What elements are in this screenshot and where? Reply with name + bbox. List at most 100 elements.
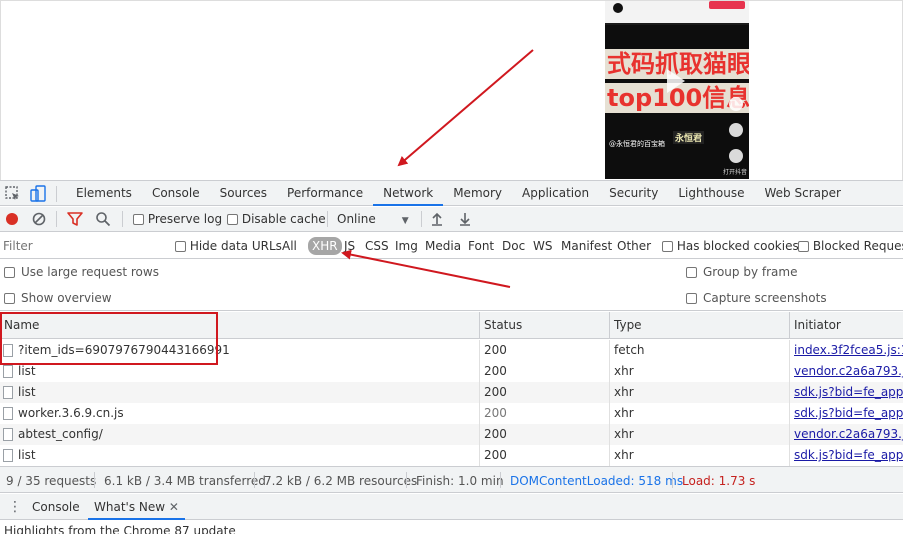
use-large-rows-box[interactable] bbox=[4, 267, 15, 278]
request-name[interactable]: worker.3.6.9.cn.js bbox=[0, 403, 480, 424]
has-blocked-cookies-box[interactable] bbox=[662, 241, 673, 252]
preview-red-button[interactable] bbox=[709, 1, 745, 9]
use-large-rows-label: Use large request rows bbox=[21, 265, 159, 279]
network-summary-bar: 9 / 35 requests 6.1 kB / 3.4 MB transfer… bbox=[0, 466, 903, 493]
request-status: 200 bbox=[480, 445, 610, 466]
filter-type-font[interactable]: Font bbox=[468, 239, 494, 253]
devtools-tab-bar: Elements Console Sources Performance Net… bbox=[0, 180, 903, 206]
filter-type-doc[interactable]: Doc bbox=[502, 239, 525, 253]
request-status: 200 bbox=[480, 340, 610, 361]
table-row[interactable]: worker.3.6.9.cn.js 200 xhr sdk.js?bid=fe… bbox=[0, 403, 903, 424]
request-type: xhr bbox=[610, 361, 790, 382]
preview-header bbox=[605, 1, 749, 23]
filter-input[interactable] bbox=[0, 236, 162, 256]
table-row[interactable]: abtest_config/ 200 xhr vendor.c2a6a793.j… bbox=[0, 424, 903, 445]
request-name[interactable]: abtest_config/ bbox=[0, 424, 480, 445]
group-by-frame-box[interactable] bbox=[686, 267, 697, 278]
tab-memory[interactable]: Memory bbox=[443, 181, 512, 206]
request-name[interactable]: list bbox=[0, 445, 480, 466]
comment-icon[interactable] bbox=[729, 123, 743, 137]
request-initiator-link[interactable]: sdk.js?bid=fe_app_re bbox=[790, 403, 903, 424]
request-name[interactable]: list bbox=[0, 382, 480, 403]
tab-console[interactable]: Console bbox=[142, 181, 210, 206]
capture-screenshots-checkbox[interactable]: Capture screenshots bbox=[686, 291, 827, 305]
table-row[interactable]: list 200 xhr sdk.js?bid=fe_app_re bbox=[0, 445, 903, 466]
filter-type-xhr[interactable]: XHR bbox=[308, 237, 342, 255]
capture-screenshots-box[interactable] bbox=[686, 293, 697, 304]
show-overview-checkbox[interactable]: Show overview bbox=[4, 291, 112, 305]
request-initiator-link[interactable]: index.3f2fcea5.js:1 bbox=[790, 340, 903, 361]
tab-network[interactable]: Network bbox=[373, 181, 444, 206]
chevron-down-icon: ▼ bbox=[401, 216, 409, 226]
blocked-requests-box[interactable] bbox=[798, 241, 809, 252]
status-divider bbox=[94, 472, 95, 488]
video-preview[interactable]: 式码抓取猫眼 top100信息 永恒君 @永恒君的百宝箱 打开抖音 bbox=[605, 25, 749, 179]
export-har-icon[interactable] bbox=[456, 210, 474, 228]
group-by-frame-checkbox[interactable]: Group by frame bbox=[686, 265, 797, 279]
tab-sources[interactable]: Sources bbox=[210, 181, 277, 206]
has-blocked-cookies-checkbox[interactable]: Has blocked cookies bbox=[662, 239, 799, 253]
filter-type-media[interactable]: Media bbox=[425, 239, 461, 253]
close-icon[interactable]: ✕ bbox=[169, 500, 179, 514]
table-row[interactable]: list 200 xhr sdk.js?bid=fe_app_re bbox=[0, 382, 903, 403]
table-row[interactable]: ?item_ids=6907976790443166991 200 fetch … bbox=[0, 340, 903, 361]
play-icon[interactable] bbox=[667, 69, 685, 93]
request-status: 200 bbox=[480, 403, 610, 424]
request-initiator-link[interactable]: vendor.c2a6a793.js:5 bbox=[790, 424, 903, 445]
filter-icon[interactable] bbox=[66, 210, 84, 228]
disable-cache-box[interactable] bbox=[227, 214, 238, 225]
column-header-status[interactable]: Status bbox=[480, 312, 610, 339]
device-toolbar-icon[interactable] bbox=[29, 185, 47, 203]
request-initiator-link[interactable]: vendor.c2a6a793.js:5 bbox=[790, 361, 903, 382]
filter-type-ws[interactable]: WS bbox=[533, 239, 552, 253]
filter-type-all[interactable]: All bbox=[282, 239, 297, 253]
record-icon[interactable] bbox=[3, 210, 21, 228]
capture-screenshots-label: Capture screenshots bbox=[703, 291, 827, 305]
show-overview-box[interactable] bbox=[4, 293, 15, 304]
search-icon[interactable] bbox=[94, 210, 112, 228]
filter-type-other[interactable]: Other bbox=[617, 239, 651, 253]
filter-type-js[interactable]: JS bbox=[344, 239, 355, 253]
request-type: xhr bbox=[610, 403, 790, 424]
filter-type-manifest[interactable]: Manifest bbox=[561, 239, 612, 253]
drawer-tab-console[interactable]: Console bbox=[26, 494, 86, 520]
table-row[interactable]: list 200 xhr vendor.c2a6a793.js:5 bbox=[0, 361, 903, 382]
video-author: @永恒君的百宝箱 bbox=[609, 140, 665, 148]
throttling-select[interactable]: Online ▼ bbox=[337, 212, 409, 226]
request-initiator-link[interactable]: sdk.js?bid=fe_app_re bbox=[790, 382, 903, 403]
import-har-icon[interactable] bbox=[428, 210, 446, 228]
request-name[interactable]: ?item_ids=6907976790443166991 bbox=[0, 340, 480, 361]
tab-elements[interactable]: Elements bbox=[66, 181, 142, 206]
load-time: Load: 1.73 s bbox=[682, 474, 756, 488]
hide-data-urls-box[interactable] bbox=[175, 241, 186, 252]
column-header-initiator[interactable]: Initiator bbox=[790, 312, 903, 339]
filter-type-img[interactable]: Img bbox=[395, 239, 418, 253]
heart-icon[interactable] bbox=[729, 97, 743, 111]
tab-security[interactable]: Security bbox=[599, 181, 668, 206]
tiktok-icon[interactable] bbox=[729, 149, 743, 163]
tab-web-scraper[interactable]: Web Scraper bbox=[755, 181, 851, 206]
request-name[interactable]: list bbox=[0, 361, 480, 382]
filter-type-css[interactable]: CSS bbox=[365, 239, 389, 253]
hide-data-urls-checkbox[interactable]: Hide data URLs bbox=[175, 239, 282, 253]
tab-application[interactable]: Application bbox=[512, 181, 599, 206]
preserve-log-box[interactable] bbox=[133, 214, 144, 225]
blocked-requests-checkbox[interactable]: Blocked Requests bbox=[798, 239, 903, 253]
disable-cache-checkbox[interactable]: Disable cache bbox=[227, 212, 326, 226]
use-large-rows-checkbox[interactable]: Use large request rows bbox=[4, 265, 159, 279]
column-header-name[interactable]: Name bbox=[0, 312, 480, 339]
clear-icon[interactable] bbox=[30, 210, 48, 228]
open-app-label[interactable]: 打开抖音 bbox=[723, 167, 747, 176]
tab-performance[interactable]: Performance bbox=[277, 181, 373, 206]
toolbar-divider bbox=[122, 211, 123, 227]
drawer-tab-whats-new-label: What's New bbox=[94, 500, 166, 514]
inspect-element-icon[interactable] bbox=[4, 185, 22, 203]
drawer-tab-whats-new[interactable]: What's New ✕ bbox=[88, 494, 185, 520]
preserve-log-label: Preserve log bbox=[147, 212, 223, 226]
tab-lighthouse[interactable]: Lighthouse bbox=[668, 181, 754, 206]
request-initiator-link[interactable]: sdk.js?bid=fe_app_re bbox=[790, 445, 903, 466]
mobile-page-preview[interactable]: 式码抓取猫眼 top100信息 永恒君 @永恒君的百宝箱 打开抖音 bbox=[605, 1, 749, 179]
preserve-log-checkbox[interactable]: Preserve log bbox=[133, 212, 222, 226]
column-header-type[interactable]: Type bbox=[610, 312, 790, 339]
whats-new-panel: Highlights from the Chrome 87 update bbox=[0, 521, 903, 534]
